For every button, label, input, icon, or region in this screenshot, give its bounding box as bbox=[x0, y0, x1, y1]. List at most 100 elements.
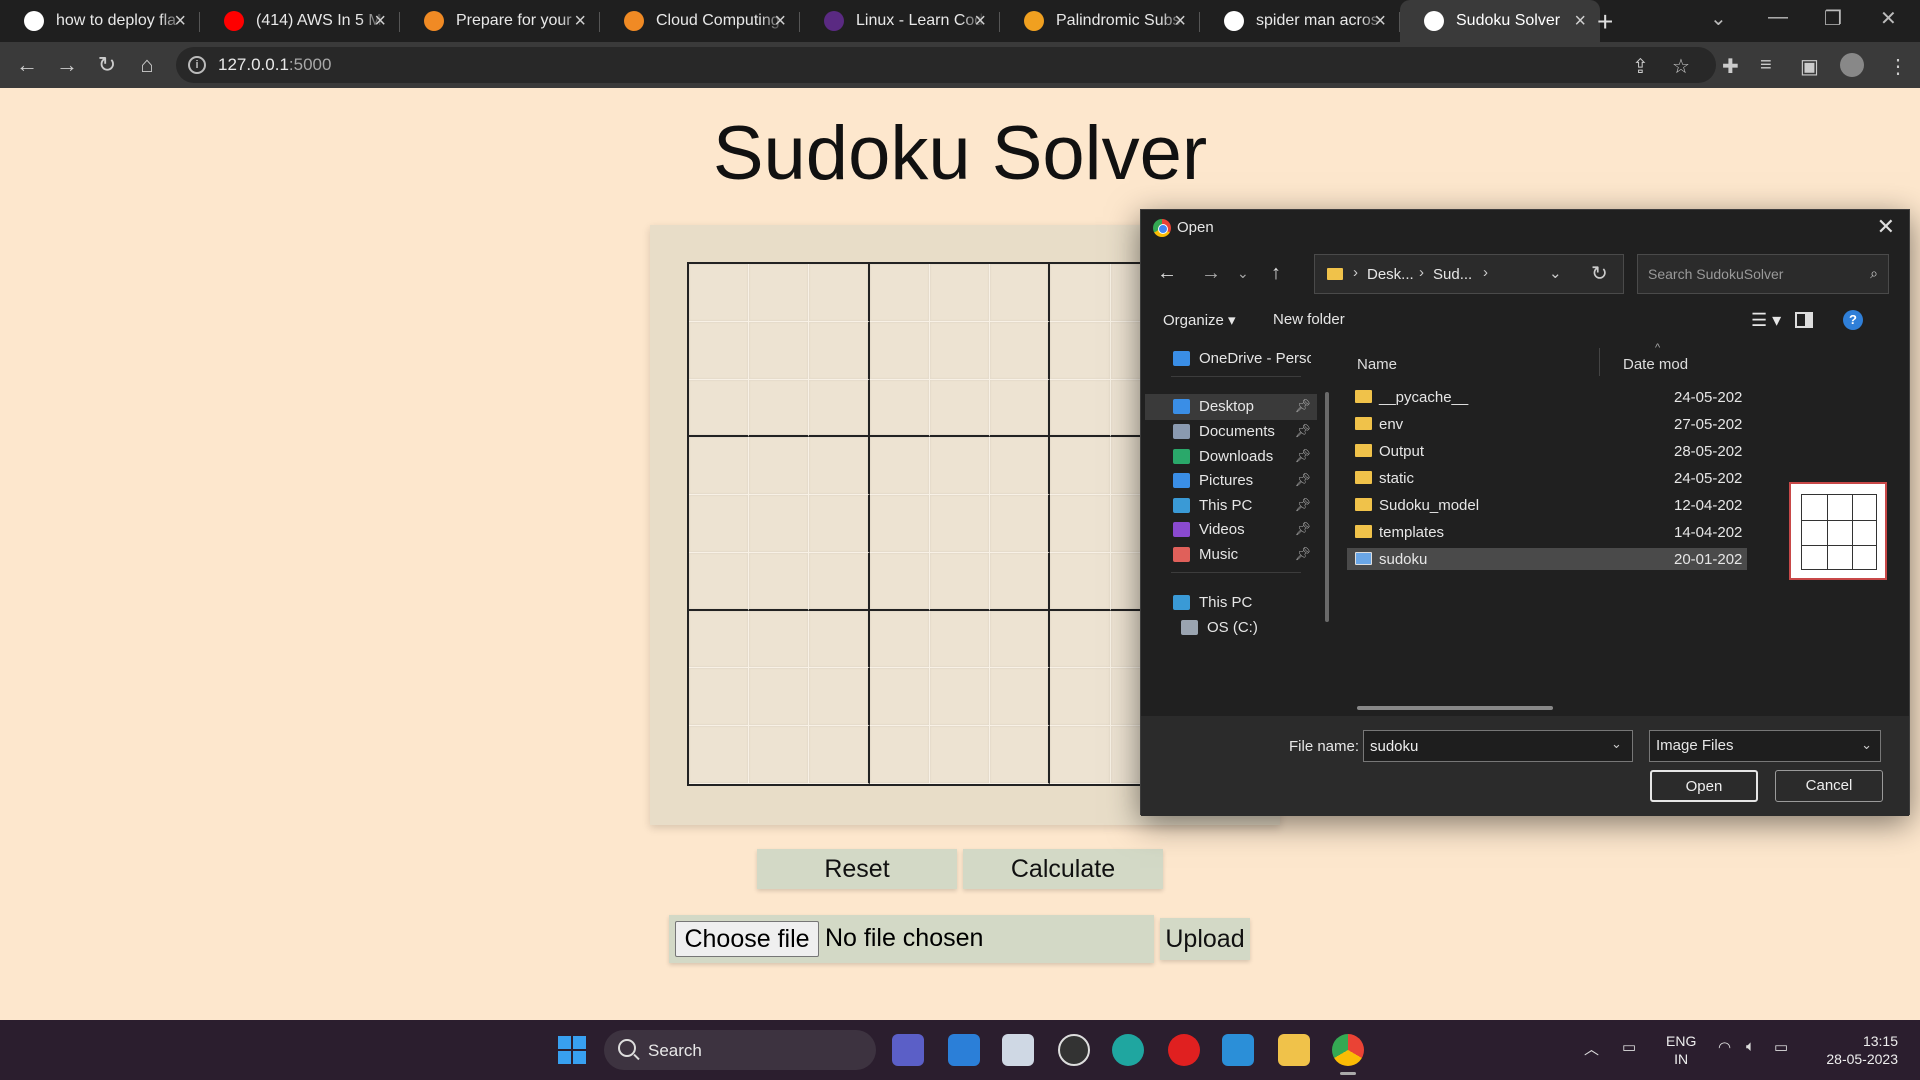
column-divider[interactable] bbox=[1599, 348, 1600, 376]
sudoku-cell[interactable] bbox=[929, 610, 991, 669]
file-row[interactable]: static 24-05-2023 bbox=[1347, 467, 1747, 489]
reset-button[interactable]: Reset bbox=[757, 849, 957, 889]
browser-tab[interactable]: Prepare for your × bbox=[400, 0, 600, 42]
dialog-back-icon[interactable]: ← bbox=[1157, 262, 1177, 285]
sudoku-cell[interactable] bbox=[749, 495, 810, 553]
close-tab-icon[interactable]: × bbox=[974, 10, 986, 33]
nav-item[interactable]: Desktop 📌︎ bbox=[1145, 394, 1317, 420]
nav-scrollbar[interactable] bbox=[1325, 392, 1329, 622]
sudoku-cell[interactable] bbox=[689, 321, 750, 380]
column-header-date[interactable]: Date mod bbox=[1623, 356, 1688, 373]
sudoku-cell[interactable] bbox=[689, 552, 750, 611]
sudoku-cell[interactable] bbox=[869, 610, 930, 669]
photos-icon[interactable] bbox=[1002, 1034, 1034, 1066]
sudoku-cell[interactable] bbox=[990, 437, 1051, 496]
sudoku-cell[interactable] bbox=[689, 379, 750, 438]
bookmark-star-icon[interactable]: ☆ bbox=[1672, 54, 1690, 79]
teams-icon[interactable] bbox=[892, 1034, 924, 1066]
sudoku-cell[interactable] bbox=[1050, 552, 1111, 611]
sudoku-cell[interactable] bbox=[1050, 321, 1111, 380]
nav-item[interactable]: Music 📌︎ bbox=[1145, 542, 1317, 568]
profile-avatar[interactable] bbox=[1840, 53, 1864, 77]
browser-tab[interactable]: Cloud Computing × bbox=[600, 0, 800, 42]
close-tab-icon[interactable]: × bbox=[374, 10, 386, 33]
up-folder-icon[interactable]: ↑ bbox=[1271, 262, 1281, 285]
sudoku-cell[interactable] bbox=[929, 437, 991, 496]
sudoku-cell[interactable] bbox=[749, 437, 810, 496]
breadcrumb[interactable]: › Desk... › Sud... › ⌄ ↻ bbox=[1314, 254, 1624, 294]
sudoku-cell[interactable] bbox=[929, 264, 991, 322]
site-info-icon[interactable]: i bbox=[188, 56, 206, 74]
sudoku-cell[interactable] bbox=[990, 726, 1051, 784]
sudoku-cell[interactable] bbox=[990, 264, 1051, 322]
file-row[interactable]: Output 28-05-2023 bbox=[1347, 440, 1747, 462]
sudoku-cell[interactable] bbox=[809, 321, 870, 380]
clock[interactable]: 13:15 28-05-2023 bbox=[1818, 1032, 1898, 1068]
mail-icon[interactable] bbox=[948, 1034, 980, 1066]
file-explorer-icon[interactable] bbox=[1278, 1034, 1310, 1066]
sudoku-cell[interactable] bbox=[869, 321, 930, 380]
maximize-icon[interactable]: ❐ bbox=[1824, 6, 1842, 31]
calculate-button[interactable]: Calculate bbox=[963, 849, 1163, 889]
nav-item[interactable]: Documents 📌︎ bbox=[1145, 419, 1317, 445]
show-hidden-icons[interactable]: ︿ bbox=[1584, 1038, 1599, 1059]
sudoku-cell[interactable] bbox=[809, 264, 870, 322]
window-close-icon[interactable]: ✕ bbox=[1880, 6, 1897, 31]
help-icon[interactable]: ? bbox=[1843, 310, 1863, 330]
dialog-search[interactable]: ⌕ bbox=[1637, 254, 1889, 294]
sudoku-cell[interactable] bbox=[929, 379, 991, 438]
sudoku-cell[interactable] bbox=[689, 668, 750, 727]
sudoku-cell[interactable] bbox=[749, 552, 810, 611]
sudoku-cell[interactable] bbox=[869, 264, 930, 322]
sudoku-cell[interactable] bbox=[869, 552, 930, 611]
sudoku-cell[interactable] bbox=[869, 726, 930, 784]
sudoku-cell[interactable] bbox=[689, 610, 750, 669]
sudoku-cell[interactable] bbox=[1050, 437, 1111, 496]
sudoku-cell[interactable] bbox=[869, 437, 930, 496]
sudoku-cell[interactable] bbox=[809, 610, 870, 669]
chrome-icon[interactable] bbox=[1332, 1034, 1364, 1075]
new-tab-button[interactable]: + bbox=[1597, 6, 1613, 38]
organize-menu[interactable]: Organize ▾ bbox=[1163, 311, 1236, 329]
tab-search-icon[interactable]: ⌄ bbox=[1710, 6, 1727, 31]
sudoku-cell[interactable] bbox=[689, 495, 750, 553]
sudoku-cell[interactable] bbox=[749, 668, 810, 727]
sudoku-cell[interactable] bbox=[929, 552, 991, 611]
sudoku-cell[interactable] bbox=[689, 437, 750, 496]
view-options-icon[interactable]: ☰ ▾ bbox=[1751, 310, 1781, 331]
sudoku-cell[interactable] bbox=[1050, 495, 1111, 553]
close-tab-icon[interactable]: × bbox=[174, 10, 186, 33]
file-list-scrollbar[interactable] bbox=[1357, 706, 1553, 710]
column-header-name[interactable]: Name bbox=[1357, 356, 1397, 373]
language-indicator[interactable]: ENG IN bbox=[1666, 1032, 1696, 1068]
extensions-icon[interactable]: ✚ bbox=[1722, 54, 1739, 79]
sudoku-cell[interactable] bbox=[1050, 264, 1111, 322]
browser-tab[interactable]: Sudoku Solver × bbox=[1400, 0, 1600, 42]
edge-icon[interactable] bbox=[1112, 1034, 1144, 1066]
sudoku-cell[interactable] bbox=[929, 321, 991, 380]
forward-icon[interactable]: → bbox=[52, 50, 82, 80]
sudoku-cell[interactable] bbox=[809, 437, 870, 496]
file-name-input[interactable] bbox=[1363, 730, 1633, 762]
taskbar-search[interactable]: Search bbox=[604, 1030, 876, 1070]
sudoku-cell[interactable] bbox=[990, 321, 1051, 380]
browser-tab[interactable]: how to deploy fla × bbox=[0, 0, 200, 42]
share-icon[interactable]: ⇪ bbox=[1632, 54, 1649, 79]
sudoku-cell[interactable] bbox=[1050, 726, 1111, 784]
menu-icon[interactable]: ⋮ bbox=[1888, 54, 1908, 79]
file-row[interactable]: __pycache__ 24-05-2023 bbox=[1347, 386, 1747, 408]
address-bar[interactable]: i 127.0.0.1:5000 bbox=[176, 47, 1716, 83]
home-icon[interactable]: ⌂ bbox=[132, 50, 162, 80]
sudoku-cell[interactable] bbox=[749, 321, 810, 380]
search-input[interactable] bbox=[1638, 255, 1858, 293]
wifi-icon[interactable]: ◠ bbox=[1718, 1038, 1731, 1056]
file-input[interactable]: Choose file No file chosen bbox=[669, 915, 1154, 963]
file-row[interactable]: sudoku 20-01-2023 bbox=[1347, 548, 1747, 570]
sudoku-cell[interactable] bbox=[689, 264, 750, 322]
file-row[interactable]: Sudoku_model 12-04-2023 bbox=[1347, 494, 1747, 516]
browser-tab[interactable]: Palindromic Subs × bbox=[1000, 0, 1200, 42]
url-text[interactable]: 127.0.0.1:5000 bbox=[218, 55, 331, 75]
sudoku-cell[interactable] bbox=[1050, 668, 1111, 727]
battery-icon[interactable]: ▭ bbox=[1774, 1038, 1788, 1056]
media-player-icon[interactable] bbox=[1168, 1034, 1200, 1066]
